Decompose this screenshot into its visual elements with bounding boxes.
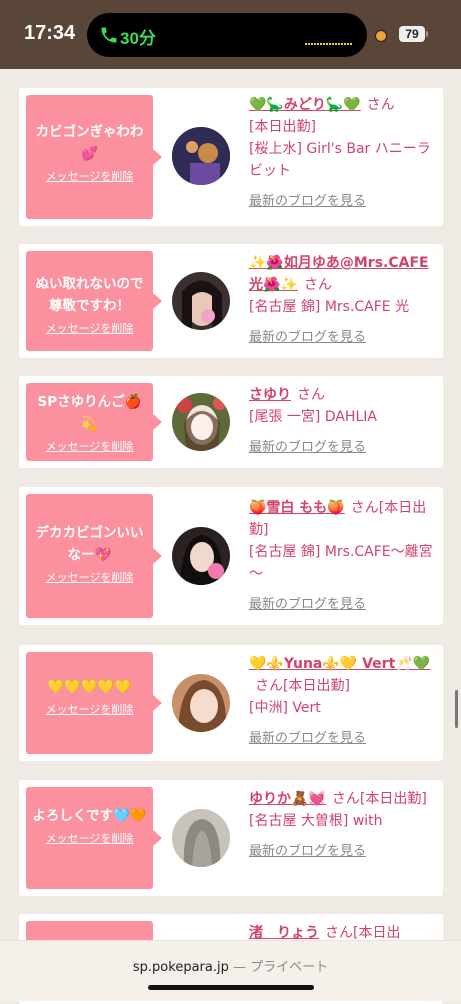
private-mode-label: — プライベート (228, 960, 329, 975)
shop-name: [桜上水] Girl's Bar ハニーラビット (249, 141, 431, 179)
scrollbar[interactable] (455, 690, 458, 728)
url-text: sp.pokepara.jp (132, 960, 229, 975)
honorific: さん[本日出勤] (255, 678, 350, 694)
message-text: ぬい取れないので尊敬ですわ！ (35, 276, 144, 314)
honorific: さん[本日出勤] (331, 791, 427, 807)
status-bar: 17:34 30分 79 (0, 0, 461, 69)
avatar[interactable] (172, 393, 230, 451)
latest-blog-link[interactable]: 最新のブログを見る (249, 436, 366, 455)
shop-name: [名古屋 錦] Mrs.CAFE～離宮～ (249, 544, 433, 582)
avatar[interactable] (172, 674, 230, 732)
message-bubble: ぬい取れないので尊敬ですわ！ メッセージを削除 (26, 251, 162, 351)
cast-name-link[interactable]: 🍑雪白 もも🍑 (249, 500, 345, 516)
clock: 17:34 (24, 22, 76, 44)
message-card: カビゴンぎゃわわ💕 メッセージを削除 💚🦕みどり🦕💚 さん [本日出勤] [桜上水… (19, 88, 443, 226)
message-text: 💛💛💛💛💛 (47, 679, 132, 695)
cast-info: 🍑雪白 もも🍑 さん[本日出勤] [名古屋 錦] Mrs.CAFE～離宮～ 最新の… (249, 497, 439, 612)
message-bubble: カビゴンぎゃわわ💕 メッセージを削除 (26, 95, 162, 219)
avatar[interactable] (172, 809, 230, 867)
avatar[interactable] (172, 127, 230, 185)
shop-name: [中洲] Vert (249, 700, 321, 716)
cast-info: 💚🦕みどり🦕💚 さん [本日出勤] [桜上水] Girl's Bar ハニーラビッ… (249, 94, 439, 209)
microphone-indicator-icon (375, 30, 387, 42)
honorific: さん (303, 277, 332, 293)
delete-message-link[interactable]: メッセージを削除 (46, 168, 134, 184)
message-text: カビゴンぎゃわわ💕 (35, 124, 144, 162)
cast-name-link[interactable]: 💛⚜️Yuna⚜️💛 Vert🥂💚 (249, 656, 430, 672)
delete-message-link[interactable]: メッセージを削除 (46, 830, 134, 846)
message-text: デカカビゴンいいなー💖 (35, 525, 144, 563)
browser-address-bar[interactable]: sp.pokepara.jp — プライベート (0, 940, 461, 1001)
honorific: さん (366, 97, 395, 113)
message-text: SPさゆりんご🍎💫 (37, 394, 142, 432)
cast-name-link[interactable]: 💚🦕みどり🦕💚 (249, 97, 361, 113)
cast-info: ✨🌺如月ゆあ@Mrs.CAFE光🌺✨ さん [名古屋 錦] Mrs.CAFE 光 … (249, 252, 439, 345)
home-indicator[interactable] (148, 985, 314, 990)
call-duration: 30分 (120, 29, 156, 48)
message-card: デカカビゴンいいなー💖 メッセージを削除 🍑雪白 もも🍑 さん[本日出勤] [名古… (19, 487, 443, 625)
cast-name-link[interactable]: ゆりか🧸💓 (249, 791, 326, 807)
latest-blog-link[interactable]: 最新のブログを見る (249, 840, 366, 859)
call-indicator[interactable]: 30分 (87, 13, 367, 57)
message-bubble: よろしくです🩵🧡 メッセージを削除 (26, 787, 162, 889)
cast-info: さゆり さん [尾張 一宮] DAHLIA 最新のブログを見る (249, 384, 439, 455)
message-card: よろしくです🩵🧡 メッセージを削除 ゆりか🧸💓 さん[本日出勤] [名古屋 大曽根… (19, 780, 443, 896)
delete-message-link[interactable]: メッセージを削除 (46, 569, 134, 585)
honorific: さん (297, 387, 325, 403)
message-card: ぬい取れないので尊敬ですわ！ メッセージを削除 ✨🌺如月ゆあ@Mrs.CAFE光… (19, 244, 443, 358)
avatar[interactable] (172, 272, 230, 330)
latest-blog-link[interactable]: 最新のブログを見る (249, 326, 366, 345)
work-status: [本日出勤] (249, 119, 316, 135)
cast-name-link[interactable]: さゆり (249, 387, 291, 403)
avatar[interactable] (172, 527, 230, 585)
battery-tip (426, 31, 428, 37)
shop-name: [名古屋 錦] Mrs.CAFE 光 (249, 299, 410, 315)
message-text: よろしくです🩵🧡 (32, 808, 147, 824)
delete-message-link[interactable]: メッセージを削除 (46, 701, 134, 717)
message-card: SPさゆりんご🍎💫 メッセージを削除 さゆり さん [尾張 一宮] DAHLIA … (19, 376, 443, 468)
message-bubble: 💛💛💛💛💛 メッセージを削除 (26, 652, 162, 754)
honorific: さん[本日出 (325, 925, 401, 941)
latest-blog-link[interactable]: 最新のブログを見る (249, 727, 366, 746)
latest-blog-link[interactable]: 最新のブログを見る (249, 190, 366, 209)
message-card: 💛💛💛💛💛 メッセージを削除 💛⚜️Yuna⚜️💛 Vert🥂💚 さん[本日出勤]… (19, 645, 443, 761)
cast-info: 💛⚜️Yuna⚜️💛 Vert🥂💚 さん[本日出勤] [中洲] Vert 最新のブ… (249, 653, 439, 746)
cast-name-link[interactable]: 渚 りょう (249, 925, 319, 941)
cast-name-link[interactable]: ✨🌺如月ゆあ@Mrs.CAFE光🌺✨ (249, 255, 429, 293)
shop-name: [名古屋 大曽根] with (249, 813, 383, 829)
cast-info: ゆりか🧸💓 さん[本日出勤] [名古屋 大曽根] with 最新のブログを見る (249, 788, 439, 859)
message-bubble: SPさゆりんご🍎💫 メッセージを削除 (26, 383, 162, 461)
shop-name: [尾張 一宮] DAHLIA (249, 409, 377, 425)
battery-icon: 79 (399, 26, 425, 42)
latest-blog-link[interactable]: 最新のブログを見る (249, 593, 366, 612)
audio-waveform-icon (305, 33, 353, 52)
phone-icon (101, 27, 117, 43)
delete-message-link[interactable]: メッセージを削除 (46, 320, 134, 336)
delete-message-link[interactable]: メッセージを削除 (46, 438, 134, 454)
message-bubble: デカカビゴンいいなー💖 メッセージを削除 (26, 494, 162, 618)
url-display[interactable]: sp.pokepara.jp — プライベート (0, 956, 461, 975)
